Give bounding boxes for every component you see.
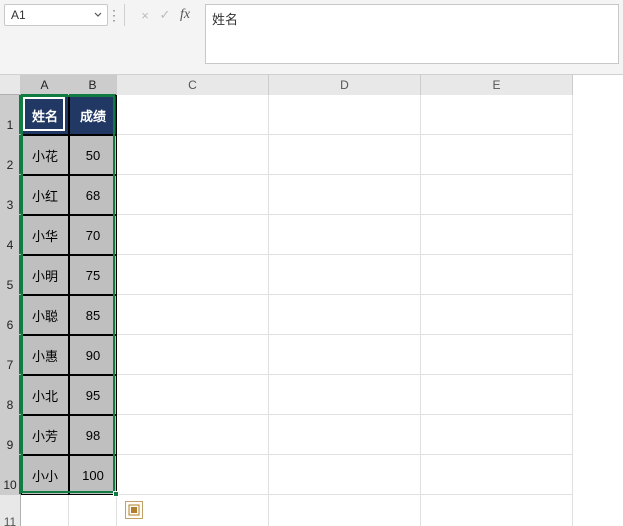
cell-E9[interactable] [421, 415, 573, 455]
cell-B7[interactable]: 90 [69, 335, 117, 375]
cells-area[interactable]: 姓名成绩小花50小红68小华70小明75小聪85小惠90小北95小芳98小小10… [21, 95, 623, 526]
cell-B4[interactable]: 70 [69, 215, 117, 255]
confirm-icon[interactable]: ✓ [155, 4, 175, 26]
row-header-9[interactable]: 9 [0, 415, 20, 455]
fx-icon[interactable]: fx [175, 4, 195, 26]
row-header-10[interactable]: 10 [0, 455, 20, 495]
cell-A9[interactable]: 小芳 [21, 415, 69, 455]
cell-E8[interactable] [421, 375, 573, 415]
cell-E3[interactable] [421, 175, 573, 215]
cell-A2[interactable]: 小花 [21, 135, 69, 175]
cell-B2[interactable]: 50 [69, 135, 117, 175]
cell-D9[interactable] [269, 415, 421, 455]
cell-D10[interactable] [269, 455, 421, 495]
cell-D1[interactable] [269, 95, 421, 135]
cancel-icon[interactable]: × [135, 4, 155, 26]
column-header-D[interactable]: D [269, 75, 421, 95]
cell-B5[interactable]: 75 [69, 255, 117, 295]
formula-buttons: × ✓ fx [129, 4, 201, 26]
cell-B9[interactable]: 98 [69, 415, 117, 455]
row-header-6[interactable]: 6 [0, 295, 20, 335]
cell-C6[interactable] [117, 295, 269, 335]
cell-A7[interactable]: 小惠 [21, 335, 69, 375]
cell-A11[interactable] [21, 495, 69, 526]
row-header-3[interactable]: 3 [0, 175, 20, 215]
cell-D3[interactable] [269, 175, 421, 215]
cell-E5[interactable] [421, 255, 573, 295]
formula-bar: A1 ⋮ × ✓ fx 姓名 [0, 0, 623, 75]
cell-E1[interactable] [421, 95, 573, 135]
cell-A6[interactable]: 小聪 [21, 295, 69, 335]
row-header-2[interactable]: 2 [0, 135, 20, 175]
row-headers: 1234567891011 [0, 95, 21, 526]
select-all-corner[interactable] [0, 75, 21, 95]
cell-E7[interactable] [421, 335, 573, 375]
cell-A5[interactable]: 小明 [21, 255, 69, 295]
cell-D11[interactable] [269, 495, 421, 526]
column-header-E[interactable]: E [421, 75, 573, 95]
column-headers: ABCDE [21, 75, 573, 95]
cell-D4[interactable] [269, 215, 421, 255]
cell-E11[interactable] [421, 495, 573, 526]
cell-B11[interactable] [69, 495, 117, 526]
cell-E10[interactable] [421, 455, 573, 495]
cell-B3[interactable]: 68 [69, 175, 117, 215]
cell-C4[interactable] [117, 215, 269, 255]
cell-C1[interactable] [117, 95, 269, 135]
cell-D2[interactable] [269, 135, 421, 175]
chevron-down-icon[interactable] [93, 10, 103, 20]
cell-A4[interactable]: 小华 [21, 215, 69, 255]
cell-C9[interactable] [117, 415, 269, 455]
cell-C7[interactable] [117, 335, 269, 375]
spreadsheet-grid[interactable]: ABCDE 1234567891011 姓名成绩小花50小红68小华70小明75… [0, 75, 623, 526]
cell-A8[interactable]: 小北 [21, 375, 69, 415]
cell-E2[interactable] [421, 135, 573, 175]
cell-D8[interactable] [269, 375, 421, 415]
cell-E4[interactable] [421, 215, 573, 255]
cell-C8[interactable] [117, 375, 269, 415]
row-header-1[interactable]: 1 [0, 95, 20, 135]
cell-D7[interactable] [269, 335, 421, 375]
column-header-A[interactable]: A [21, 75, 69, 95]
row-header-7[interactable]: 7 [0, 335, 20, 375]
row-header-8[interactable]: 8 [0, 375, 20, 415]
cell-C3[interactable] [117, 175, 269, 215]
cell-A10[interactable]: 小小 [21, 455, 69, 495]
row-header-4[interactable]: 4 [0, 215, 20, 255]
cell-B6[interactable]: 85 [69, 295, 117, 335]
column-header-B[interactable]: B [69, 75, 117, 95]
separator [124, 4, 125, 26]
drag-dots-icon[interactable]: ⋮ [108, 4, 120, 26]
cell-C10[interactable] [117, 455, 269, 495]
formula-input[interactable]: 姓名 [205, 4, 619, 64]
cell-B8[interactable]: 95 [69, 375, 117, 415]
cell-B1[interactable]: 成绩 [69, 95, 117, 135]
cell-A3[interactable]: 小红 [21, 175, 69, 215]
name-box-value: A1 [11, 8, 26, 22]
row-header-11[interactable]: 11 [0, 495, 20, 526]
cell-A1[interactable]: 姓名 [21, 95, 69, 135]
cell-B10[interactable]: 100 [69, 455, 117, 495]
row-header-5[interactable]: 5 [0, 255, 20, 295]
cell-E6[interactable] [421, 295, 573, 335]
cell-C5[interactable] [117, 255, 269, 295]
paste-options-icon[interactable] [125, 501, 143, 519]
cell-D6[interactable] [269, 295, 421, 335]
name-box[interactable]: A1 [4, 4, 108, 26]
cell-C2[interactable] [117, 135, 269, 175]
column-header-C[interactable]: C [117, 75, 269, 95]
cell-D5[interactable] [269, 255, 421, 295]
